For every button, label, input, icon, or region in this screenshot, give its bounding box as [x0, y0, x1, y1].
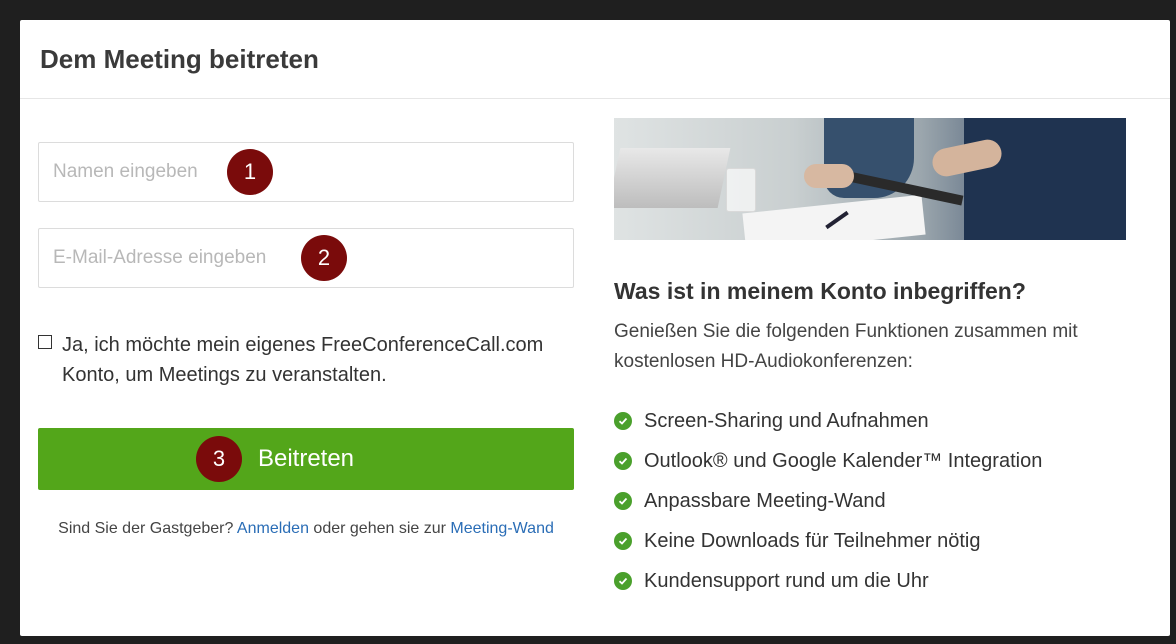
join-meeting-dialog: Dem Meeting beitreten 1 2 Ja, ich möchte… — [20, 20, 1170, 636]
dialog-title: Dem Meeting beitreten — [40, 43, 319, 74]
login-link[interactable]: Anmelden — [237, 520, 309, 537]
host-middle-text: oder gehen sie zur — [313, 520, 446, 537]
feature-label: Anpassbare Meeting-Wand — [644, 489, 886, 512]
step-badge-3: 3 — [196, 436, 242, 482]
info-subtitle: Genießen Sie die folgenden Funktionen zu… — [614, 321, 1078, 372]
create-account-checkbox[interactable] — [38, 335, 52, 349]
laptop-shape — [614, 148, 731, 208]
host-prompt: Sind Sie der Gastgeber? Anmelden oder ge… — [38, 516, 574, 542]
host-prefix-text: Sind Sie der Gastgeber? — [58, 520, 234, 537]
feature-item: Keine Downloads für Teilnehmer nötig — [614, 521, 1154, 561]
feature-label: Keine Downloads für Teilnehmer nötig — [644, 529, 981, 552]
join-form: 1 2 Ja, ich möchte mein eigenes FreeConf… — [38, 142, 576, 542]
feature-label: Kundensupport rund um die Uhr — [644, 569, 929, 592]
check-circle-icon — [614, 532, 632, 550]
info-title: Was ist in meinem Konto inbegriffen? — [614, 278, 1026, 304]
join-button-label: Beitreten — [257, 445, 355, 472]
email-field-wrapper: 2 — [38, 228, 574, 288]
person-right-shape — [964, 118, 1126, 240]
check-circle-icon — [614, 492, 632, 510]
glass-shape — [726, 168, 756, 212]
name-field-wrapper: 1 — [38, 142, 574, 202]
join-button[interactable]: 3 Beitreten — [38, 428, 574, 490]
feature-item: Outlook® und Google Kalender™ Integratio… — [614, 441, 1154, 481]
feature-item: Anpassbare Meeting-Wand — [614, 481, 1154, 521]
check-circle-icon — [614, 412, 632, 430]
meeting-wall-link[interactable]: Meeting-Wand — [450, 520, 553, 537]
feature-label: Screen-Sharing und Aufnahmen — [644, 409, 929, 432]
email-input[interactable] — [39, 246, 475, 270]
dialog-header: Dem Meeting beitreten — [20, 20, 1170, 99]
step-badge-2: 2 — [301, 235, 347, 281]
step-badge-1: 1 — [227, 149, 273, 195]
papers-shape — [742, 194, 926, 240]
create-account-option: Ja, ich möchte mein eigenes FreeConferen… — [38, 330, 576, 390]
feature-item: Screen-Sharing und Aufnahmen — [614, 401, 1154, 441]
account-info-panel: Was ist in meinem Konto inbegriffen? Gen… — [614, 118, 1154, 601]
business-meeting-photo — [614, 118, 1126, 240]
create-account-label[interactable]: Ja, ich möchte mein eigenes FreeConferen… — [62, 330, 576, 390]
check-circle-icon — [614, 452, 632, 470]
hand-left-shape — [804, 164, 854, 188]
feature-label: Outlook® und Google Kalender™ Integratio… — [644, 449, 1043, 472]
feature-list: Screen-Sharing und Aufnahmen Outlook® un… — [614, 401, 1154, 601]
check-circle-icon — [614, 572, 632, 590]
feature-item: Kundensupport rund um die Uhr — [614, 561, 1154, 601]
